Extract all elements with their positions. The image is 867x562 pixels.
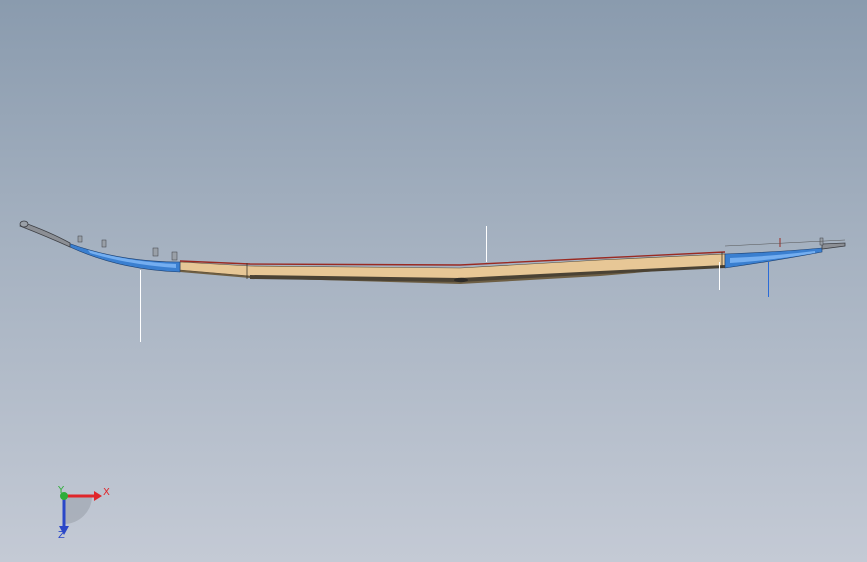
x-axis-label: X <box>103 487 110 498</box>
right-taper-arm <box>821 242 846 250</box>
left-end-section <box>67 242 181 273</box>
left-clip-4 <box>171 251 178 261</box>
graphics-area[interactable]: X Y Z <box>0 0 867 562</box>
left-clip-3 <box>152 247 159 257</box>
left-clip-2 <box>101 239 107 248</box>
left-clip-1 <box>77 235 83 243</box>
z-axis-label: Z <box>58 530 65 541</box>
leaf-spring-model[interactable] <box>0 0 867 562</box>
right-clip-1 <box>819 237 824 246</box>
y-axis-label: Y <box>58 485 65 496</box>
left-eye <box>19 220 29 228</box>
center-clamp <box>454 277 468 283</box>
